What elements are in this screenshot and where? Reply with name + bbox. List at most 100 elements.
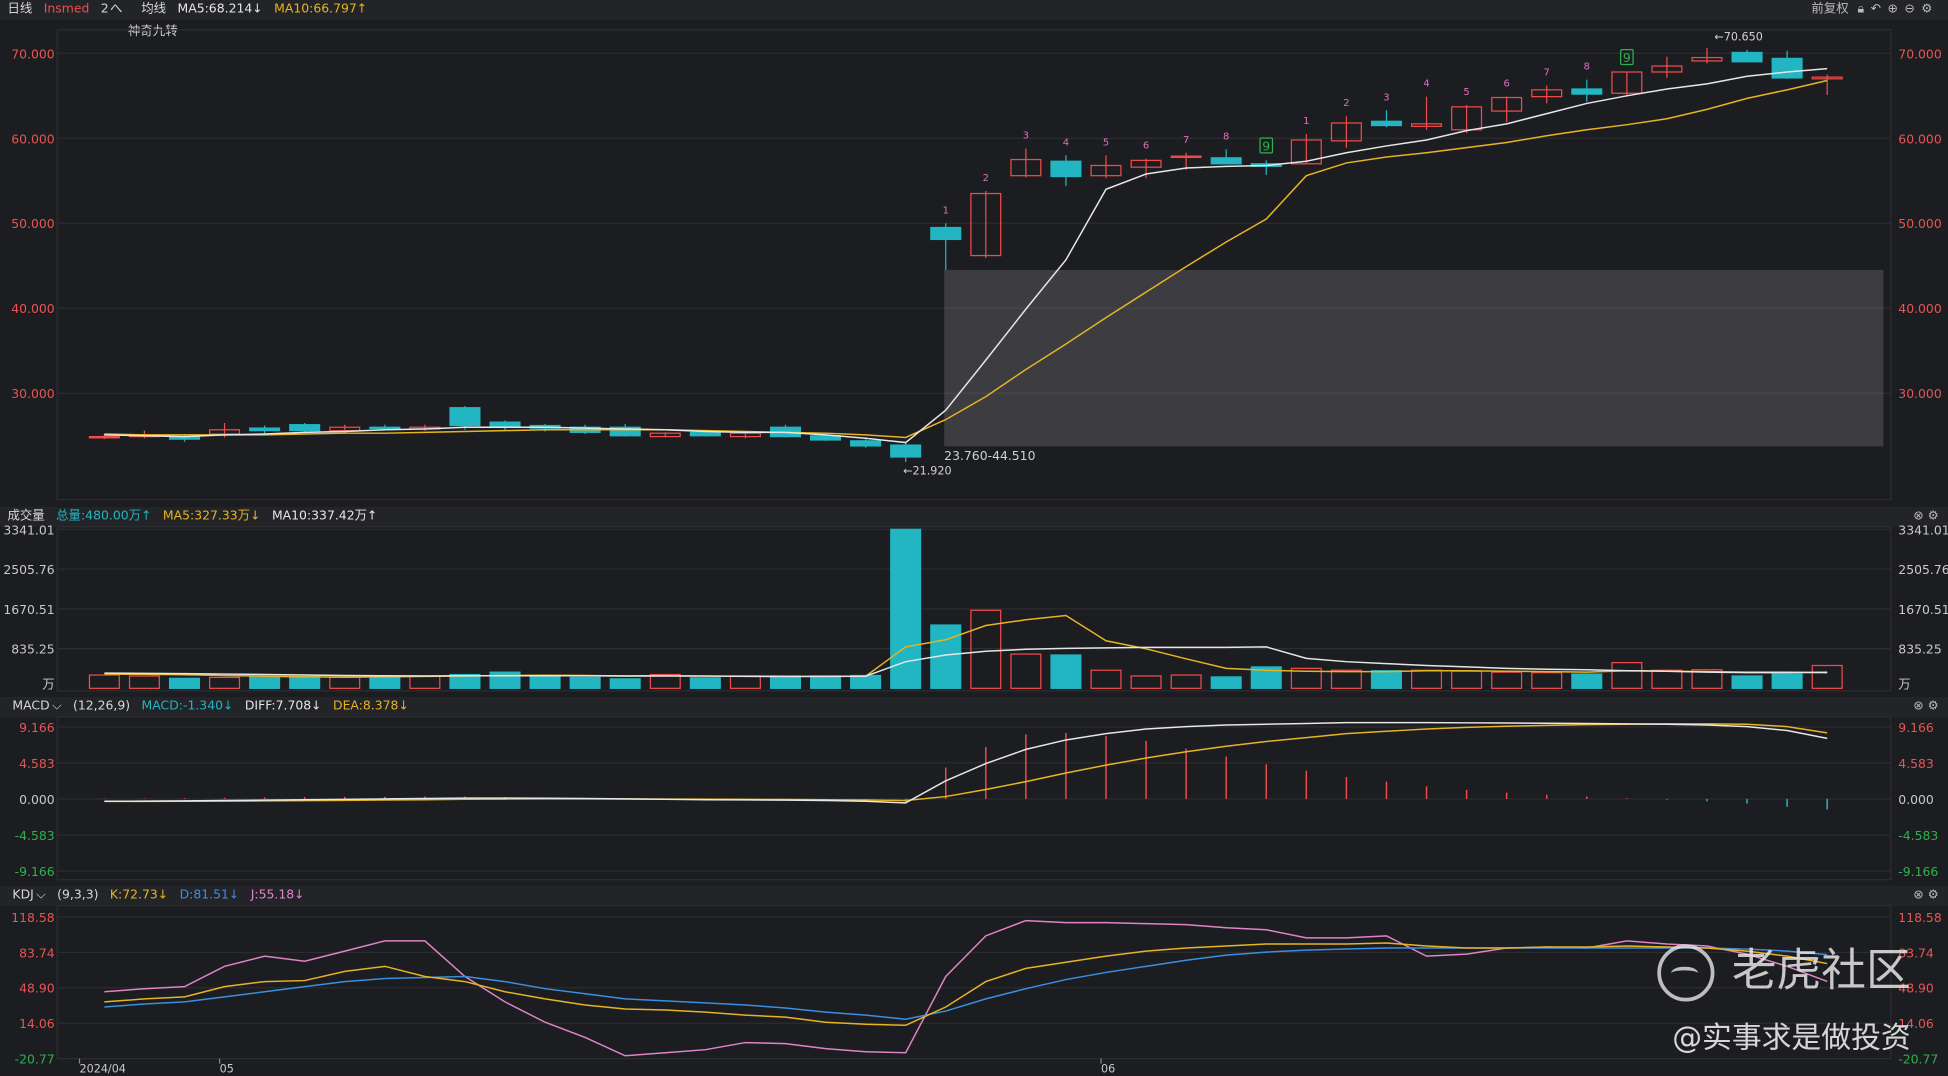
volume-bar — [1130, 675, 1162, 689]
price-tick-left: 70.000 — [11, 46, 55, 61]
td-count-label: 8 — [1223, 131, 1229, 142]
volume-bar — [1451, 670, 1483, 689]
high-price-marker: ←70.650 — [1714, 30, 1762, 43]
td-count-label: 4 — [1063, 137, 1069, 148]
candle-body — [1370, 120, 1402, 127]
volume-bar — [1170, 674, 1202, 689]
volume-bar — [1050, 654, 1082, 689]
td-count-label: 7 — [1183, 135, 1189, 146]
macd-tick-right: 0.000 — [1898, 792, 1934, 807]
grid-lines — [56, 29, 1892, 1060]
low-price-marker: ←21.920 — [903, 464, 951, 477]
x-axis-label: 06 — [1101, 1062, 1115, 1075]
volume-bar — [88, 674, 120, 689]
kdj-tick-left: 83.74 — [19, 945, 55, 960]
volume-bar — [168, 677, 201, 689]
td-count-label: 9 — [1623, 50, 1631, 65]
volume-bar — [329, 676, 361, 689]
volume-bar — [1090, 669, 1122, 689]
price-tick-left: 40.000 — [11, 301, 55, 316]
td-count-label: 6 — [1143, 141, 1149, 152]
x-axis-label: 05 — [220, 1062, 234, 1075]
price-chart: 23.760-44.510 1 2 3 4 5 6 7 8 9 1 2 3 4 5 6 7 8 9 ←70.650 ←2… — [88, 30, 1884, 477]
volume-tick-right: 3341.01 — [1898, 522, 1948, 537]
td-count-label: 1 — [943, 205, 949, 216]
price-tick-left: 60.000 — [11, 131, 55, 146]
volume-bar — [1210, 676, 1242, 689]
volume-bar — [890, 528, 922, 689]
volume-bar — [729, 675, 761, 689]
volume-bar — [1771, 673, 1803, 689]
volume-bar — [1731, 675, 1763, 689]
volume-bar — [569, 676, 601, 689]
candle-body — [689, 431, 721, 437]
td-count-label: 2 — [1343, 98, 1349, 109]
macd-tick-left: -4.583 — [15, 828, 55, 843]
kdj-tick-right: 118.58 — [1898, 910, 1942, 925]
candle-body — [369, 426, 401, 430]
candle-body — [1210, 157, 1242, 165]
x-axis-label: 2024/04 — [80, 1062, 126, 1075]
panel-frame — [56, 905, 1892, 1060]
td-count-label: 5 — [1103, 137, 1109, 148]
price-tick-left: 30.000 — [11, 386, 55, 401]
volume-bar — [850, 674, 882, 689]
volume-bar — [1531, 672, 1563, 689]
volume-tick-right: 2505.76 — [1898, 562, 1948, 577]
volume-bar — [289, 675, 321, 689]
stock-chart-app: 日线 Insmed 2へ 均线 MA5:68.214↓ MA10:66.797↑… — [0, 0, 1948, 1076]
macd-tick-right: 4.583 — [1898, 756, 1934, 771]
macd-tick-right: -9.166 — [1898, 864, 1938, 879]
volume-tick-right: 835.25 — [1898, 642, 1941, 657]
candle-body — [449, 407, 481, 427]
td-count-label: 5 — [1463, 87, 1469, 98]
volume-bar — [1410, 669, 1443, 689]
td-count-label: 3 — [1023, 131, 1029, 142]
td-count-label: 9 — [1262, 138, 1270, 153]
chart-canvas[interactable]: 70.000 70.00060.000 60.00050.000 50.00040.0… — [0, 0, 1948, 1076]
volume-bar — [609, 678, 641, 689]
volume-tick-left: 2505.76 — [3, 562, 54, 577]
macd-tick-left: 0.000 — [19, 792, 55, 807]
volume-bar — [1491, 671, 1523, 689]
volume-bar — [769, 675, 802, 689]
candle-body — [930, 226, 962, 241]
kdj-tick-left: -20.77 — [15, 1052, 55, 1067]
price-tick-right: 70.000 — [1898, 46, 1942, 61]
macd-tick-right: -4.583 — [1898, 828, 1938, 843]
price-tick-right: 50.000 — [1898, 216, 1942, 231]
volume-tick-left: 1670.51 — [3, 602, 54, 617]
macd-tick-left: 9.166 — [19, 720, 55, 735]
kdj-tick-left: 48.90 — [19, 981, 55, 996]
price-tick-right: 30.000 — [1898, 386, 1942, 401]
macd-tick-left: -9.166 — [15, 864, 55, 879]
candle-body — [1170, 155, 1202, 159]
volume-bar — [1330, 669, 1362, 689]
gap-range-label: 23.760-44.510 — [944, 448, 1035, 463]
kdj-tick-left: 14.06 — [19, 1016, 55, 1031]
candle-body — [1050, 160, 1082, 178]
axis-labels: 70.000 70.00060.000 60.00050.000 50.00040.0… — [3, 46, 1948, 1075]
td-count-label: 7 — [1544, 68, 1550, 79]
volume-bar — [689, 677, 721, 689]
candle-body — [890, 444, 922, 458]
volume-bar — [1611, 662, 1643, 689]
watermark-brand: 老虎社区 — [1657, 934, 1911, 1002]
candle-body — [88, 435, 120, 439]
candle-body — [1731, 51, 1763, 63]
volume-bar — [1651, 669, 1683, 689]
candle-body — [289, 424, 321, 432]
volume-bar — [970, 609, 1002, 689]
volume-tick-right: 1670.51 — [1898, 602, 1948, 617]
volume-bar — [1370, 670, 1402, 689]
volume-tick-left: 835.25 — [11, 642, 54, 657]
tiger-logo-icon — [1657, 944, 1715, 1002]
volume-bar — [128, 675, 160, 689]
volume-bar — [249, 676, 281, 689]
volume-ma5-line — [104, 614, 1828, 678]
td-count-label: 6 — [1503, 79, 1509, 90]
price-tick-left: 50.000 — [11, 216, 55, 231]
candle-body — [1771, 57, 1803, 79]
td-count-label: 2 — [983, 173, 989, 184]
td-count-label: 8 — [1584, 62, 1590, 73]
